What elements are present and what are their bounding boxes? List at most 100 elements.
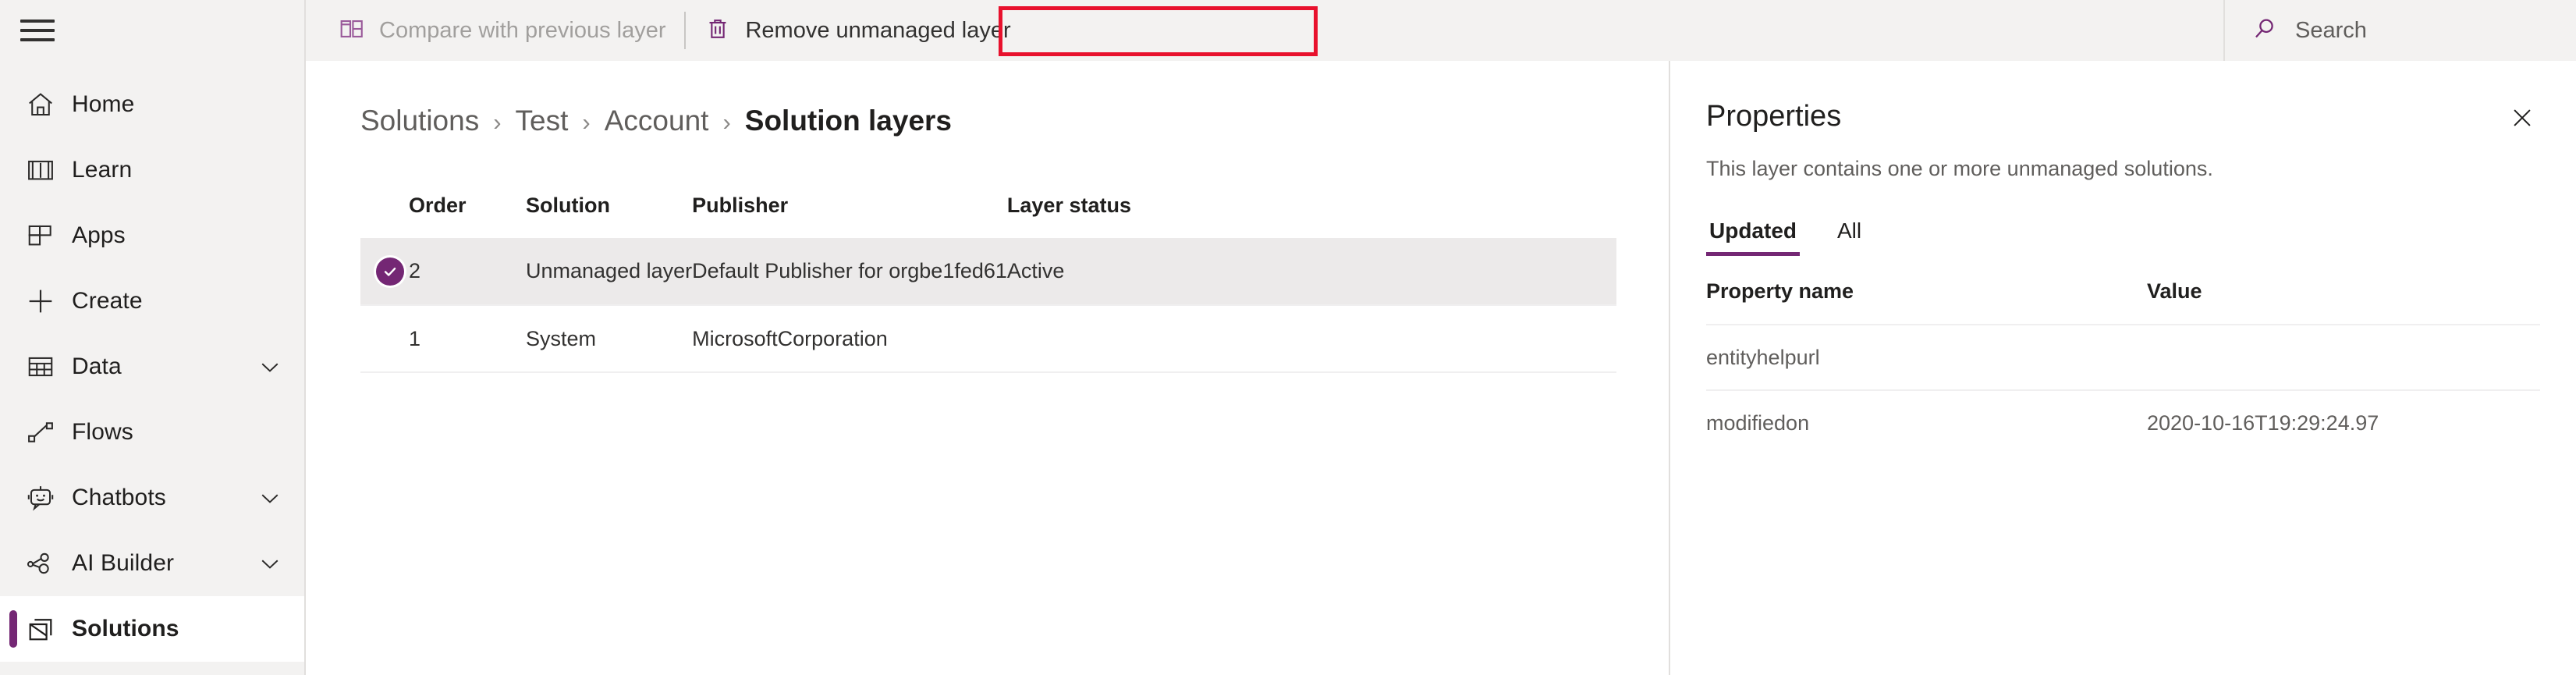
sidebar-item-flows[interactable]: Flows [0, 400, 304, 465]
tab-all[interactable]: All [1834, 218, 1865, 256]
layers-table-body: 2 Unmanaged layer Default Publisher for … [360, 238, 1616, 372]
remove-unmanaged-layer-button[interactable]: Remove unmanaged layer [689, 6, 1026, 55]
cell-solution: Unmanaged layer [526, 238, 693, 305]
command-bar: Compare with previous layer Remove unman… [306, 0, 2576, 61]
breadcrumb-separator: › [493, 108, 502, 136]
content-inner: Solutions › Test › Account › Solution la… [306, 61, 1669, 373]
cell-order: 1 [409, 326, 421, 350]
command-bar-divider [684, 12, 687, 49]
layers-header-row: Order Solution Publisher Layer status [360, 194, 1616, 238]
sidebar-item-label: Apps [72, 222, 126, 248]
sidebar-item-label: Solutions [72, 616, 179, 641]
sidebar-item-label: AI Builder [72, 550, 175, 576]
properties-table-head: Property name Value [1706, 279, 2540, 325]
compare-with-previous-layer-button[interactable]: Compare with previous layer [323, 6, 681, 55]
apps-grid-icon [20, 221, 61, 250]
table-row[interactable]: 1 System MicrosoftCorporation [360, 305, 1616, 372]
cell-property-value: 2020-10-16T19:29:24.97 [2147, 389, 2540, 456]
hamburger-icon[interactable] [20, 18, 55, 43]
column-header-publisher[interactable]: Publisher [692, 194, 1007, 238]
search-icon [2251, 16, 2278, 46]
properties-panel: Properties This layer contains one or mo… [1669, 61, 2576, 675]
breadcrumb-item-account[interactable]: Account [605, 105, 709, 137]
remove-unmanaged-layer-label: Remove unmanaged layer [745, 17, 1011, 43]
hamburger-wrap [0, 0, 304, 61]
chatbot-icon [20, 483, 61, 513]
table-row: entityhelpurl [1706, 324, 2540, 390]
app-root: Home Learn Apps Create Data Flows Chatbo… [0, 0, 2576, 675]
book-icon [20, 155, 61, 185]
cell-publisher: MicrosoftCorporation [692, 326, 888, 350]
sidebar-item-label: Flows [72, 419, 133, 445]
chevron-down-icon[interactable] [256, 484, 284, 512]
search-label: Search [2295, 17, 2367, 43]
cell-order: 2 [409, 238, 526, 305]
sidebar-item-create[interactable]: Create [0, 268, 304, 334]
compare-layers-icon [339, 16, 365, 46]
sidebar: Home Learn Apps Create Data Flows Chatbo… [0, 0, 306, 675]
breadcrumb-separator: › [722, 108, 731, 136]
chevron-down-icon[interactable] [256, 353, 284, 381]
cell-property-value [2147, 324, 2540, 390]
properties-header: Properties [1706, 100, 2540, 140]
properties-tabs: Updated All [1706, 218, 2540, 256]
properties-header-row: Property name Value [1706, 279, 2540, 325]
sidebar-item-ai-builder[interactable]: AI Builder [0, 531, 304, 596]
chevron-down-icon[interactable] [256, 549, 284, 577]
column-header-value: Value [2147, 279, 2202, 303]
home-icon [20, 90, 61, 119]
table-row[interactable]: 2 Unmanaged layer Default Publisher for … [360, 238, 1616, 305]
breadcrumb-item-test[interactable]: Test [516, 105, 569, 137]
cell-property-name: entityhelpurl [1706, 324, 2147, 390]
close-icon[interactable] [2504, 100, 2540, 140]
cell-solution: System [526, 326, 597, 350]
cell-publisher: Default Publisher for orgbe1fed61 [692, 238, 1007, 305]
tab-updated[interactable]: Updated [1706, 218, 1800, 256]
solutions-icon [20, 614, 61, 644]
sidebar-item-solutions[interactable]: Solutions [0, 596, 304, 662]
column-header-order[interactable]: Order [409, 194, 526, 238]
sidebar-item-label: Home [72, 91, 135, 117]
search-input[interactable]: Search [2223, 0, 2576, 61]
table-row: modifiedon 2020-10-16T19:29:24.97 [1706, 389, 2540, 456]
column-header-layer-status[interactable]: Layer status [1007, 194, 1616, 238]
properties-table: Property name Value entityhelpurl modifi… [1706, 279, 2540, 456]
cell-property-name: modifiedon [1706, 389, 2147, 456]
sidebar-item-home[interactable]: Home [0, 72, 304, 137]
row-select-cell[interactable] [360, 238, 409, 305]
body-row: Solutions › Test › Account › Solution la… [306, 61, 2576, 675]
sidebar-item-learn[interactable]: Learn [0, 137, 304, 203]
sidebar-item-label: Chatbots [72, 485, 166, 510]
properties-title: Properties [1706, 100, 1842, 133]
trash-icon [704, 16, 731, 46]
breadcrumb-separator: › [582, 108, 591, 136]
sidebar-item-data[interactable]: Data [0, 334, 304, 400]
checkmark-icon[interactable] [376, 257, 404, 286]
ai-builder-icon [20, 549, 61, 578]
breadcrumb: Solutions › Test › Account › Solution la… [360, 105, 1611, 137]
properties-subtitle: This layer contains one or more unmanage… [1706, 157, 2213, 180]
sidebar-item-label: Data [72, 353, 122, 379]
column-header-property-name: Property name [1706, 279, 1854, 303]
compare-with-previous-layer-label: Compare with previous layer [379, 17, 666, 43]
sidebar-nav: Home Learn Apps Create Data Flows Chatbo… [0, 72, 304, 662]
cell-layer-status: Active [1006, 238, 1616, 305]
plus-icon [20, 286, 61, 317]
sidebar-item-chatbots[interactable]: Chatbots [0, 465, 304, 531]
table-icon [20, 352, 61, 382]
sidebar-item-apps[interactable]: Apps [0, 203, 304, 268]
row-select-cell[interactable] [360, 305, 409, 372]
select-column-header [360, 194, 409, 238]
main-column: Compare with previous layer Remove unman… [306, 0, 2576, 675]
solution-layers-table: Order Solution Publisher Layer status 2 … [360, 194, 1616, 373]
sidebar-item-label: Create [72, 288, 143, 314]
properties-table-body: entityhelpurl modifiedon 2020-10-16T19:2… [1706, 324, 2540, 456]
layers-table-head: Order Solution Publisher Layer status [360, 194, 1616, 238]
breadcrumb-current-page: Solution layers [744, 105, 952, 137]
column-header-solution[interactable]: Solution [526, 194, 692, 238]
remove-unmanaged-layer-highlight [999, 6, 1318, 56]
flows-icon [20, 417, 61, 447]
breadcrumb-item-solutions[interactable]: Solutions [360, 105, 479, 137]
content-area: Solutions › Test › Account › Solution la… [306, 61, 1669, 675]
cell-layer-status [1007, 305, 1616, 372]
